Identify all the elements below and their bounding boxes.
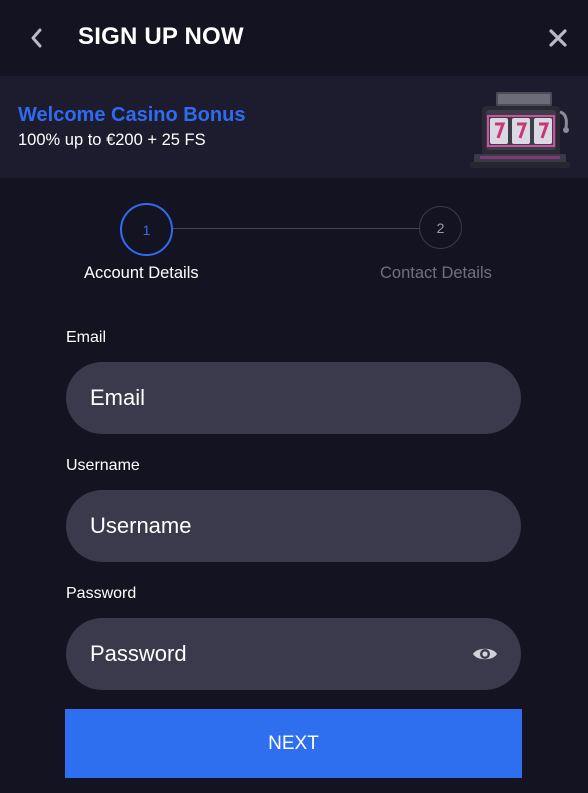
- signup-stepper: 1 2 Account Details Contact Details: [0, 178, 588, 308]
- slot-machine-icon: [470, 92, 570, 168]
- show-password-button[interactable]: [470, 641, 500, 667]
- password-field[interactable]: [66, 618, 521, 690]
- close-icon: [549, 29, 567, 47]
- username-label: Username: [66, 457, 140, 474]
- password-label: Password: [66, 585, 137, 602]
- page-title: SIGN UP NOW: [78, 23, 244, 50]
- step-1-indicator[interactable]: 1: [120, 203, 173, 256]
- username-field[interactable]: [66, 490, 521, 562]
- next-button[interactable]: NEXT: [65, 709, 522, 778]
- chevron-left-icon: [31, 28, 42, 48]
- back-button[interactable]: [22, 24, 50, 52]
- close-button[interactable]: [544, 24, 572, 52]
- email-label: Email: [66, 329, 107, 346]
- bonus-title: Welcome Casino Bonus: [18, 104, 246, 126]
- step-1-label: Account Details: [84, 264, 199, 282]
- email-field[interactable]: [66, 362, 521, 434]
- modal-header: SIGN UP NOW: [0, 0, 588, 76]
- step-2-label: Contact Details: [380, 264, 492, 282]
- step-2-indicator[interactable]: 2: [419, 206, 462, 249]
- step-connector: [172, 228, 420, 229]
- eye-icon: [473, 648, 497, 660]
- bonus-subtitle: 100% up to €200 + 25 FS: [18, 131, 206, 149]
